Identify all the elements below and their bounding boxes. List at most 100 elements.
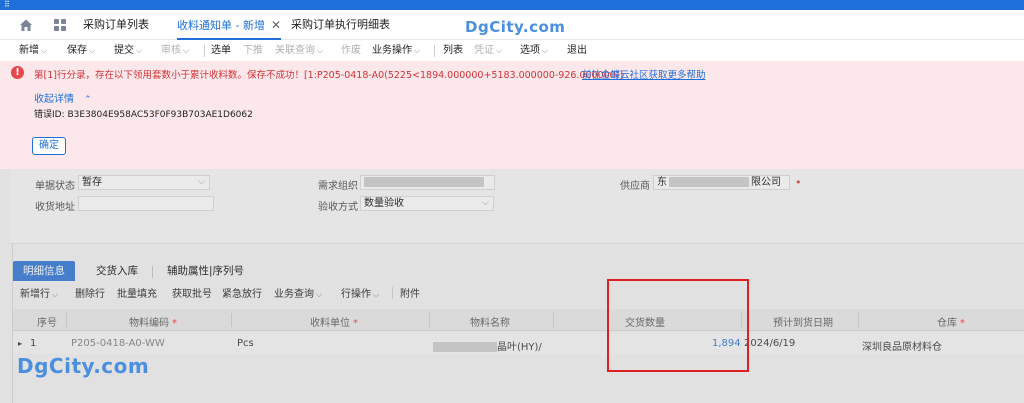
supplier-field[interactable]: 东 限公司 bbox=[653, 175, 790, 190]
submit-button[interactable]: 提交 ⌵ bbox=[114, 43, 142, 59]
related-query-button[interactable]: 关联查询 ⌵ bbox=[275, 43, 323, 59]
void-button[interactable]: 作废 bbox=[341, 43, 361, 59]
options-button[interactable]: 选项 ⌵ bbox=[520, 43, 548, 59]
home-icon[interactable] bbox=[18, 17, 34, 33]
supplier-suffix: 限公司 bbox=[751, 177, 781, 188]
chevron-down-icon: ⌵ bbox=[52, 290, 59, 299]
delete-row-button[interactable]: 删除行 bbox=[75, 285, 105, 300]
grid-header: 序号 物料编码 * 收料单位 * 物料名称 交货数量 预计到货日期 仓库 * bbox=[13, 309, 1024, 331]
select-bill-label: 选单 bbox=[211, 45, 231, 56]
new-button[interactable]: 新增 ⌵ bbox=[19, 43, 47, 59]
list-label: 列表 bbox=[443, 45, 463, 56]
chevron-down-icon: ⌵ bbox=[41, 46, 48, 55]
audit-button[interactable]: 审核 ⌵ bbox=[161, 43, 189, 59]
col-material-code: 物料编码 * bbox=[129, 314, 177, 329]
exit-button[interactable]: 退出 bbox=[567, 43, 587, 59]
close-tab-icon[interactable]: ✕ bbox=[271, 10, 281, 40]
select-bill-button[interactable]: 选单 bbox=[211, 43, 231, 59]
error-message: 第[1]行分录，存在以下领用套数小于累计收料数。保存不成功！[1:P205-04… bbox=[34, 70, 624, 81]
options-label: 选项 bbox=[520, 45, 540, 56]
cell-unit[interactable]: Pcs bbox=[237, 338, 254, 349]
col-index: 序号 bbox=[37, 318, 57, 329]
chevron-down-icon: ⌵ bbox=[414, 46, 421, 55]
toolbar-divider bbox=[434, 45, 435, 57]
tab-receipt-notice-new[interactable]: 收料通知单 - 新增 ✕ bbox=[177, 10, 282, 40]
help-link[interactable]: 前往金蝶云社区获取更多帮助 bbox=[582, 67, 706, 81]
demand-org-label: 需求组织 bbox=[318, 181, 358, 192]
status-field[interactable]: 暂存 ⌵ bbox=[78, 175, 210, 190]
audit-label: 审核 bbox=[161, 45, 181, 56]
list-button[interactable]: 列表 bbox=[443, 43, 463, 59]
tab-po-execution-detail[interactable]: 采购订单执行明细表 bbox=[291, 10, 390, 40]
material-name-tail: 晶叶(HY)/ bbox=[497, 342, 542, 353]
main-toolbar: 新增 ⌵ 保存 ⌵ 提交 ⌵ 审核 ⌵ 选单 下推 关联查询 ⌵ 作废 业务操作 ⌵ 列表 … bbox=[0, 40, 1024, 61]
chevron-down-icon: ⌵ bbox=[542, 46, 549, 55]
chevron-down-icon: ⌵ bbox=[496, 46, 503, 55]
tab-delivery-warehouse[interactable]: 交货入库 bbox=[96, 261, 138, 281]
toolbar-divider bbox=[392, 287, 393, 299]
row-expand-icon[interactable]: ▸ bbox=[18, 339, 22, 348]
business-query-label: 业务查询 bbox=[274, 289, 314, 300]
cell-delivery-qty[interactable]: 1,894 bbox=[712, 338, 741, 349]
cell-material-code[interactable]: P205-0418-A0-WW bbox=[71, 338, 165, 349]
chevron-down-icon: ⌵ bbox=[136, 46, 143, 55]
tab-bar: 采购订单列表 收料通知单 - 新增 ✕ 采购订单执行明细表 DgCity.com bbox=[0, 10, 1024, 40]
col-unit-label: 收料单位 bbox=[310, 318, 350, 329]
inspect-method-label: 验收方式 bbox=[318, 202, 358, 213]
tab-aux-attributes[interactable]: 辅助属性|序列号 bbox=[167, 261, 244, 281]
demand-org-field[interactable] bbox=[360, 175, 495, 190]
cell-warehouse[interactable]: 深圳良品原材料仓 bbox=[862, 338, 942, 353]
required-mark: • bbox=[795, 176, 802, 189]
cell-material-name: 晶叶(HY)/ bbox=[433, 338, 542, 353]
app-menu-icon[interactable]: ⠿ bbox=[4, 1, 10, 9]
chevron-down-icon: ⌵ bbox=[198, 177, 205, 187]
attachment-button[interactable]: 附件 bbox=[400, 285, 420, 300]
col-material-name: 物料名称 bbox=[470, 318, 510, 329]
new-label: 新增 bbox=[19, 45, 39, 56]
error-icon: ! bbox=[11, 66, 24, 79]
watermark: DgCity.com bbox=[465, 18, 566, 36]
tab-detail-info[interactable]: 明细信息 bbox=[13, 261, 75, 281]
exit-label: 退出 bbox=[567, 45, 587, 56]
save-button[interactable]: 保存 ⌵ bbox=[67, 43, 95, 59]
related-query-label: 关联查询 bbox=[275, 45, 315, 56]
inspect-method-field[interactable]: 数量验收 ⌵ bbox=[360, 196, 494, 211]
tab-label: 采购订单执行明细表 bbox=[291, 18, 390, 31]
toolbar-divider bbox=[204, 45, 205, 57]
supplier-prefix: 东 bbox=[657, 177, 667, 188]
push-down-button[interactable]: 下推 bbox=[243, 43, 263, 59]
collapse-label: 收起详情 bbox=[34, 94, 74, 105]
address-field[interactable] bbox=[78, 196, 214, 211]
error-panel: ! 第[1]行分录，存在以下领用套数小于累计收料数。保存不成功！[1:P205-… bbox=[0, 61, 1024, 169]
table-row[interactable]: ▸ 1 P205-0418-A0-WW Pcs 晶叶(HY)/ 1,894 20… bbox=[13, 334, 1024, 354]
tab-purchase-order-list[interactable]: 采购订单列表 bbox=[83, 10, 149, 40]
collapse-details-button[interactable]: 收起详情 ⌃ bbox=[34, 90, 92, 105]
chevron-down-icon: ⌵ bbox=[373, 290, 380, 299]
error-id: 错误ID: B3E3804E958AC53F0F93B703AE1D6062 bbox=[34, 110, 253, 120]
apps-grid-icon[interactable] bbox=[52, 17, 68, 33]
voucher-label: 凭证 bbox=[474, 45, 494, 56]
batch-fill-button[interactable]: 批量填充 bbox=[117, 285, 157, 300]
col-expected-date: 预计到货日期 bbox=[773, 318, 833, 329]
col-divider bbox=[553, 313, 554, 327]
cell-expected-date[interactable]: 2024/6/19 bbox=[744, 338, 795, 349]
col-divider bbox=[66, 313, 67, 327]
get-batch-button[interactable]: 获取批号 bbox=[172, 285, 212, 300]
redacted-text bbox=[364, 177, 484, 187]
tab-label: 收料通知单 - 新增 bbox=[177, 19, 265, 32]
confirm-button[interactable]: 确定 bbox=[32, 137, 66, 155]
col-delivery-qty: 交货数量 bbox=[625, 318, 665, 329]
add-row-button[interactable]: 新增行 ⌵ bbox=[20, 285, 58, 300]
col-warehouse-label: 仓库 bbox=[937, 318, 957, 329]
row-ops-button[interactable]: 行操作 ⌵ bbox=[341, 285, 379, 300]
business-ops-label: 业务操作 bbox=[372, 45, 412, 56]
required-mark: * bbox=[960, 318, 965, 329]
col-divider bbox=[429, 313, 430, 327]
business-query-button[interactable]: 业务查询 ⌵ bbox=[274, 285, 322, 300]
col-unit: 收料单位 * bbox=[310, 314, 358, 329]
voucher-button[interactable]: 凭证 ⌵ bbox=[474, 43, 502, 59]
push-down-label: 下推 bbox=[243, 45, 263, 56]
urgent-release-button[interactable]: 紧急放行 bbox=[222, 285, 262, 300]
status-value: 暂存 bbox=[82, 177, 102, 188]
business-ops-button[interactable]: 业务操作 ⌵ bbox=[372, 43, 420, 59]
